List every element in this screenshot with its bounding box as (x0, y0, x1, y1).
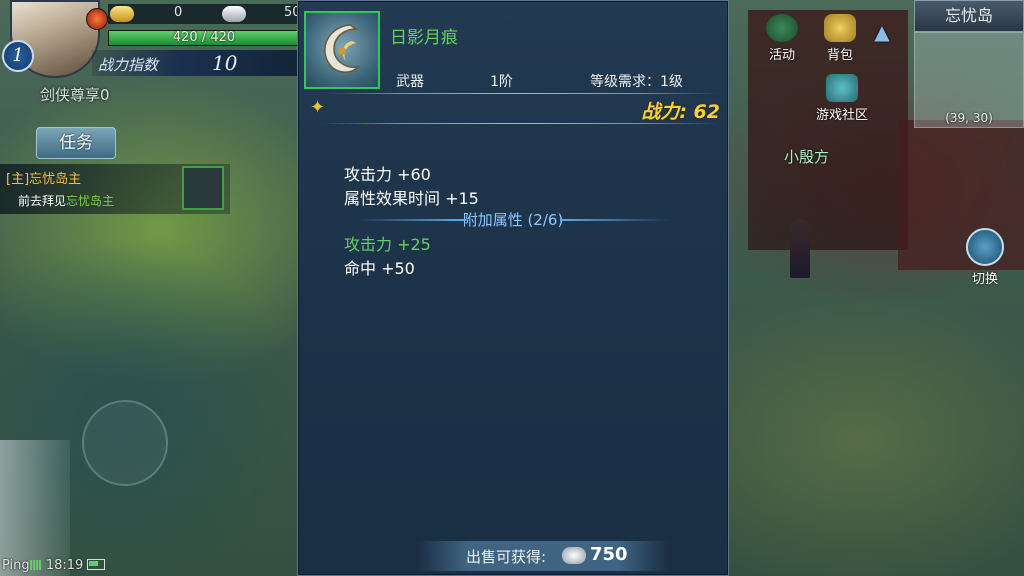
buff-fire-icon[interactable] (86, 8, 108, 30)
item-power: 战力: 62 (641, 101, 720, 123)
collapse-menu-button[interactable]: ▲ (862, 22, 902, 44)
ping-label: Ping (2, 558, 30, 573)
battery-icon (87, 559, 106, 570)
extra-stat-hit: 命中 +50 (344, 259, 415, 278)
waterfall (0, 440, 70, 576)
sell-label: 出售可获得: (466, 548, 547, 566)
item-tier: 1阶 (490, 74, 513, 90)
switch-label: 切换 (971, 272, 998, 287)
crescent-blade-icon (324, 24, 361, 73)
clock-time: 18:19 (45, 558, 84, 573)
community-icon (826, 74, 858, 102)
activity-button[interactable]: 活动 (752, 14, 812, 63)
bag-label: 背包 (826, 48, 853, 63)
switch-icon (966, 228, 1004, 266)
bag-button[interactable]: 背包 (810, 14, 870, 63)
item-level-requirement: 等级需求：1级 (590, 74, 683, 90)
hp-bar: 420 / 420 (108, 30, 300, 46)
item-type: 武器 (396, 74, 424, 90)
base-stat-effect-duration: 属性效果时间 +15 (344, 189, 479, 208)
sell-value: 750 (590, 544, 628, 565)
silver-coin-icon (562, 547, 586, 564)
virtual-joystick[interactable] (82, 400, 168, 486)
gold-ingot-icon (110, 6, 134, 22)
quest-title: [主]忘忧岛主 (6, 172, 82, 187)
star-badge-icon: ✦ (310, 97, 326, 118)
base-stat-attack: 攻击力 +60 (344, 165, 431, 184)
gold-amount: 0 (174, 5, 183, 20)
npc-name-label[interactable]: 小殷方 (784, 146, 829, 167)
silver-ingot-icon (222, 6, 246, 22)
item-name: 日影月痕 (390, 28, 458, 48)
extra-stat-attack: 攻击力 +25 (344, 235, 431, 254)
player-level-badge: 1 (2, 40, 34, 72)
community-label: 游戏社区 (815, 108, 868, 123)
header-divider (322, 93, 718, 94)
community-button[interactable]: 游戏社区 (812, 74, 872, 123)
player-character[interactable] (790, 220, 810, 278)
quest-description: 前去拜见忘忧岛主 (18, 192, 114, 209)
task-button[interactable]: 任务 (36, 127, 116, 159)
quest-item-slot[interactable] (182, 166, 224, 210)
map-name[interactable]: 忘忧岛 (914, 0, 1024, 32)
player-title: 剑侠尊享0 (40, 86, 110, 104)
map-coordinates: (39, 30) (945, 111, 993, 125)
power-index-bar: 战力指数 10 (92, 50, 300, 76)
minimap[interactable]: (39, 30) (914, 32, 1024, 128)
extra-attributes-header: 附加属性 (2/6) (298, 209, 728, 230)
switch-button[interactable]: 切换 (960, 228, 1010, 287)
activity-label: 活动 (768, 48, 795, 63)
signal-icon (29, 560, 42, 570)
power-index-label: 战力指数 (98, 56, 159, 74)
hp-text: 420 / 420 (172, 30, 236, 45)
bag-icon (824, 14, 856, 42)
activity-icon (766, 14, 798, 42)
status-line: Ping 18:19 (2, 558, 106, 573)
quest-target-name: 忘忧岛主 (66, 194, 115, 208)
item-icon-frame (304, 11, 380, 89)
item-tooltip: 日影月痕 武器 1阶 等级需求：1级 ✦ 战力: 62 攻击力 +60 属性效果… (297, 0, 729, 576)
currency-bar: 0 50 (108, 4, 301, 24)
quest-desc-prefix: 前去拜见 (18, 194, 67, 208)
power-index-value: 10 (212, 51, 238, 75)
chevron-up-icon: ▲ (874, 20, 890, 44)
power-divider (322, 123, 718, 124)
sell-price-bar: 出售可获得: 750 (418, 541, 668, 571)
